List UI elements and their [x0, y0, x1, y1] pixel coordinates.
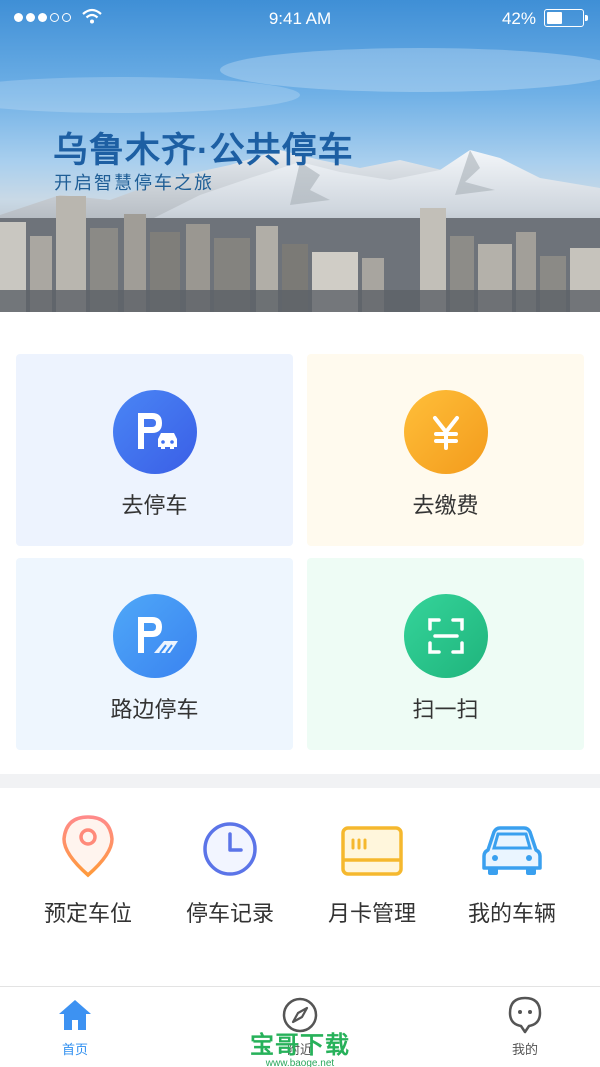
- quick-actions: 预定车位 停车记录 月卡管理 我的车辆: [0, 788, 600, 986]
- home-icon: [25, 995, 125, 1035]
- tab-label: 我的: [511, 1042, 538, 1057]
- battery-percent: 42%: [501, 9, 536, 28]
- battery-icon: [544, 9, 588, 27]
- parking-car-icon: [112, 390, 197, 474]
- watermark-text: 宝哥下载: [250, 1032, 350, 1059]
- tab-home[interactable]: 首页: [25, 995, 125, 1058]
- status-bar: 9:41 AM 42%: [0, 0, 600, 38]
- tile-label: 路边停车: [110, 697, 199, 722]
- car-icon: [442, 812, 582, 878]
- tab-label: 首页: [61, 1042, 88, 1057]
- clock-icon: [160, 812, 300, 878]
- quick-action-parking-record[interactable]: 停车记录: [160, 812, 300, 928]
- tile-label: 去缴费: [412, 493, 479, 518]
- card-icon: [302, 812, 442, 878]
- tab-mine[interactable]: 我的: [475, 995, 575, 1058]
- user-icon: [475, 995, 575, 1035]
- quick-action-label: 我的车辆: [467, 901, 556, 926]
- yuan-icon: [403, 390, 488, 474]
- tile-label: 去停车: [121, 493, 188, 518]
- hero-banner: 9:41 AM 42% 乌鲁木齐·公共停车 开启智慧停车之旅: [0, 0, 600, 312]
- roadside-parking-icon: [112, 594, 197, 678]
- tile-go-pay[interactable]: 去缴费: [307, 354, 584, 546]
- scan-icon: [403, 594, 488, 678]
- section-divider: [0, 774, 600, 788]
- hero-subtitle: 开启智慧停车之旅: [54, 173, 214, 193]
- tile-go-parking[interactable]: 去停车: [16, 354, 293, 546]
- tab-bar: 首页 附近 我的 宝哥下载 www.baoge.net: [0, 986, 600, 1067]
- tile-roadside-parking[interactable]: 路边停车: [16, 558, 293, 750]
- tile-label: 扫一扫: [412, 697, 479, 722]
- quick-action-monthly-card[interactable]: 月卡管理: [302, 812, 442, 928]
- quick-action-label: 停车记录: [185, 901, 274, 926]
- quick-action-my-vehicle[interactable]: 我的车辆: [442, 812, 582, 928]
- location-pin-icon: [18, 812, 158, 878]
- hero-title: 乌鲁木齐·公共停车: [53, 131, 354, 170]
- tile-scan[interactable]: 扫一扫: [307, 558, 584, 750]
- watermark: 宝哥下载 www.baoge.net: [248, 1025, 352, 1067]
- quick-action-reserve-spot[interactable]: 预定车位: [18, 812, 158, 928]
- quick-action-label: 预定车位: [43, 901, 132, 926]
- quick-action-label: 月卡管理: [327, 901, 416, 926]
- service-grid: 去停车 去缴费 路边停车 扫一扫: [0, 312, 600, 774]
